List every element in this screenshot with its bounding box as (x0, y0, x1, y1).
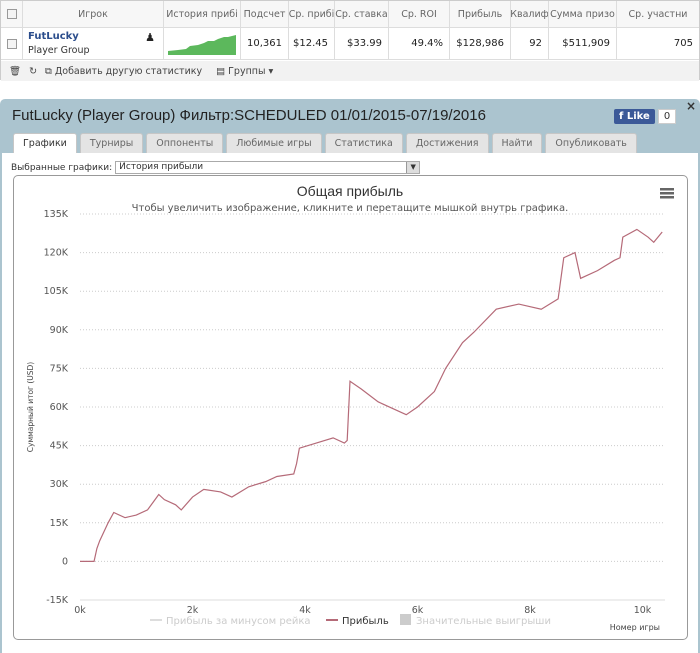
profit-cell: $128,986 (450, 28, 511, 59)
groups-button[interactable]: ▤ Группы ▾ (216, 66, 273, 77)
y-tick-label: 60K (50, 402, 69, 413)
copy-icon: ⧉ (45, 65, 55, 77)
select-all-cell (1, 1, 23, 27)
player-link[interactable]: FutLucky (28, 31, 79, 42)
x-tick-label: 10k (634, 605, 652, 616)
trash-icon[interactable]: 🗑 (9, 66, 21, 77)
x-tick-label: 6k (412, 605, 424, 616)
col-header[interactable]: Сумма призо (549, 1, 617, 27)
tab-bar: Графики Турниры Оппоненты Любимые игры С… (13, 133, 637, 153)
tab-achievements[interactable]: Достижения (405, 133, 489, 153)
x-tick-label: 2k (187, 605, 199, 616)
legend-item-big-wins: Значительные выигрыши (416, 616, 551, 627)
col-header[interactable]: Ср. ROI (389, 1, 450, 27)
y-tick-label: 135K (44, 209, 69, 220)
tab-opponents[interactable]: Оппоненты (146, 133, 224, 153)
profit-sparkline (168, 34, 236, 55)
avg-roi-cell: 49.4% (389, 28, 450, 59)
x-tick-label: 4k (299, 605, 311, 616)
legend-item-profit: Прибыль (342, 616, 389, 627)
col-header[interactable]: Ср. ставка (335, 1, 389, 27)
x-tick-label: 0k (74, 605, 86, 616)
y-tick-label: 45K (50, 441, 69, 452)
tab-tournaments[interactable]: Турниры (79, 133, 144, 153)
player-panel: FutLucky (Player Group) Фильтр:SCHEDULED… (0, 99, 700, 653)
col-header[interactable]: Игрок (23, 1, 164, 27)
x-axis-label: Номер игры (610, 623, 660, 632)
profit-line (80, 228, 663, 562)
tab-find[interactable]: Найти (491, 133, 543, 153)
tab-statistics[interactable]: Статистика (324, 133, 403, 153)
x-tick-label: 8k (524, 605, 536, 616)
legend-marker-big-wins (400, 614, 411, 625)
table-toolbar: 🗑 ↻ ⧉ Добавить другую статистику ▤ Групп… (1, 61, 699, 81)
col-header[interactable]: Подсчет (241, 1, 289, 27)
avg-entrants-cell: 705 (673, 38, 693, 49)
y-tick-label: -15K (46, 595, 69, 606)
row-checkbox[interactable] (6, 38, 17, 49)
player-cell: FutLucky Player Group ♟ (23, 28, 164, 59)
qualif-cell: 92 (511, 28, 549, 59)
y-tick-label: 105K (44, 286, 69, 297)
y-tick-label: 15K (50, 518, 69, 529)
col-header[interactable]: Квалиф (511, 1, 549, 27)
sparkline-cell (164, 28, 241, 59)
stats-table: Игрок История прибі Подсчет Ср. прибі Ср… (0, 0, 700, 81)
close-icon[interactable]: × (686, 99, 696, 113)
chart-title: Общая прибыль (297, 183, 403, 199)
y-axis-label: Суммарный итог (USD) (26, 362, 35, 453)
y-tick-label: 75K (50, 363, 69, 374)
y-tick-label: 0 (62, 556, 68, 567)
col-header[interactable]: История прибі (164, 1, 241, 27)
like-label: Like (626, 111, 650, 122)
groups-icon: ▤ (216, 65, 229, 77)
chart-select[interactable]: История прибыли ▼ (115, 161, 421, 174)
tab-favorite-games[interactable]: Любимые игры (226, 133, 322, 153)
facebook-icon: f (619, 111, 627, 122)
add-stat-button[interactable]: ⧉ Добавить другую статистику (45, 66, 202, 77)
row-checkbox-cell (1, 28, 23, 59)
panel-title: FutLucky (Player Group) Фильтр:SCHEDULED… (12, 107, 486, 124)
add-stat-label: Добавить другую статистику (54, 65, 203, 77)
chart-container: Общая прибыль Чтобы увеличить изображение… (13, 175, 688, 640)
tab-charts[interactable]: Графики (13, 133, 77, 153)
legend-item-rake: Прибыль за минусом рейка (166, 616, 311, 627)
count-cell: 10,361 (241, 28, 289, 59)
chevron-down-icon[interactable]: ▼ (406, 162, 420, 173)
groups-label: Группы (228, 65, 266, 77)
refresh-icon[interactable]: ↻ (29, 66, 37, 77)
chart-subtitle: Чтобы увеличить изображение, кликните и … (132, 203, 569, 214)
select-label: Выбранные графики: (11, 162, 113, 173)
like-count: 0 (657, 109, 677, 124)
avg-profit-cell: $12.45 (289, 28, 335, 59)
col-header[interactable]: Прибыль (450, 1, 511, 27)
chart-selector: Выбранные графики: История прибыли ▼ (11, 161, 421, 174)
tab-publish[interactable]: Опубликовать (545, 133, 637, 153)
col-header[interactable]: Ср. прибі (289, 1, 335, 27)
prize-sum-cell: $511,909 (549, 28, 617, 59)
table-row: FutLucky Player Group ♟ 10,361 $12.45 $3… (1, 28, 699, 60)
select-value: История прибыли (119, 162, 204, 172)
y-tick-label: 120K (44, 248, 69, 259)
facebook-like: f Like 0 (614, 109, 677, 124)
player-group: Player Group (28, 45, 90, 56)
like-button[interactable]: f Like (614, 109, 655, 124)
menu-icon[interactable] (660, 188, 674, 199)
profit-chart[interactable]: Общая прибыль Чтобы увеличить изображение… (14, 176, 687, 639)
charts-content: Выбранные графики: История прибыли ▼ Обща… (2, 153, 698, 653)
site-icon: ♟ (145, 31, 155, 44)
y-tick-label: 90K (50, 325, 69, 336)
table-header: Игрок История прибі Подсчет Ср. прибі Ср… (1, 1, 699, 28)
y-tick-label: 30K (50, 479, 69, 490)
avg-stake-cell: $33.99 (335, 28, 389, 59)
col-header[interactable]: Ср. участни (617, 1, 699, 27)
select-all-checkbox[interactable] (6, 9, 17, 19)
